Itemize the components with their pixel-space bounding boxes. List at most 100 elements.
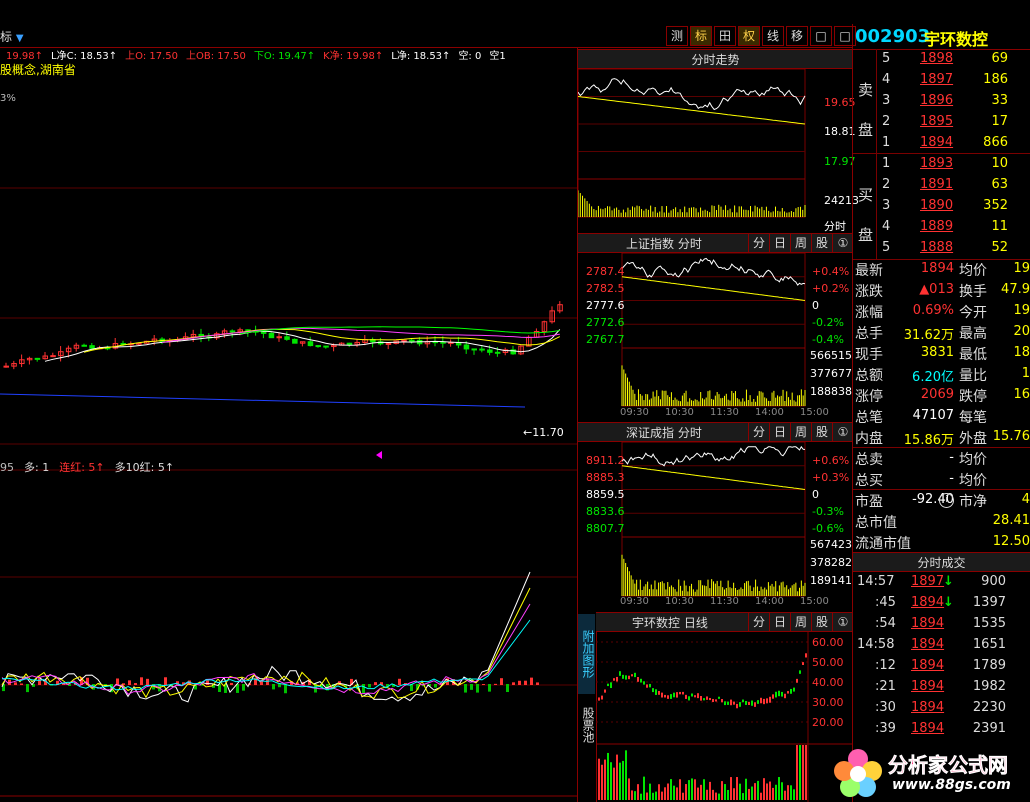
buy-level: 1 (882, 156, 891, 171)
daily-volume-bar (703, 779, 705, 800)
buy-order-row[interactable]: 5 1888 52 (876, 238, 1030, 259)
sell-volume: 866 (983, 135, 1008, 150)
candle (276, 332, 282, 342)
daily-volume-bar (697, 787, 699, 800)
daily-volume-bar (793, 789, 795, 800)
down-arrow-icon: ↓ (943, 574, 954, 589)
sh_index-left-label-1: 2782.5 (586, 282, 625, 295)
osc-bar (140, 677, 143, 685)
stat-value-2: 18 (1013, 345, 1030, 360)
daily-tab-4[interactable]: ① (832, 612, 853, 632)
intraday-title: 分时走势 (578, 49, 853, 69)
intraday-chart[interactable] (578, 69, 853, 231)
daily-candle (682, 691, 684, 695)
sz_index-tab-1[interactable]: 日 (769, 422, 790, 442)
sell-side-label: 卖 盘 (858, 81, 874, 139)
tick-volume: 900 (981, 574, 1006, 589)
sz_index-tab-4[interactable]: ① (832, 422, 853, 442)
sub-indicator-3: 多10红: 5↑ (114, 461, 175, 474)
stat-key: 总手 (855, 326, 883, 342)
sh_index-tab-2[interactable]: 周 (790, 233, 811, 253)
toolbar-button-0[interactable]: 测 (666, 26, 688, 46)
main-kline-chart[interactable] (0, 47, 578, 802)
stat-value-2: 16 (1013, 387, 1030, 402)
stat-key: 现手 (855, 347, 883, 363)
buy-order-row[interactable]: 4 1889 11 (876, 217, 1030, 238)
sh_index-tab-1[interactable]: 日 (769, 233, 790, 253)
daily-candle (658, 690, 660, 695)
sh_index-tab-4[interactable]: ① (832, 233, 853, 253)
osc-bar (128, 680, 131, 685)
daily-tab-3[interactable]: 股 (811, 612, 832, 632)
daily-tab-2[interactable]: 周 (790, 612, 811, 632)
toolbar-button-3[interactable]: 权 (738, 26, 760, 46)
candle (292, 338, 298, 344)
buy-price: 1893 (920, 156, 954, 171)
sell-price: 1895 (920, 114, 954, 129)
sz_index-tab-0[interactable]: 分 (748, 422, 769, 442)
pe-info-icon[interactable]: i (939, 493, 954, 508)
daily-price-label-2: 40.00 (812, 676, 844, 689)
candle (323, 345, 329, 349)
sh_index-volume-label-1: 377677 (810, 367, 852, 380)
osc-bar (14, 682, 17, 685)
daily-volume-bar (655, 791, 657, 800)
sh_index-right-label-0: +0.4% (812, 265, 850, 278)
sh_index-tab-3[interactable]: 股 (811, 233, 832, 253)
tick-price: 1894 (911, 637, 945, 652)
daily-tab-0[interactable]: 分 (748, 612, 769, 632)
tick-volume: 2230 (972, 700, 1006, 715)
sell-order-row[interactable]: 2 1895 17 (876, 112, 1030, 133)
daily-tab-1[interactable]: 日 (769, 612, 790, 632)
tick-time: :54 (875, 616, 896, 631)
sz_index-tab-2[interactable]: 周 (790, 422, 811, 442)
daily-volume-bar (754, 783, 756, 800)
sz_index-right-label-2: 0 (812, 488, 819, 501)
buy-order-row[interactable]: 3 1890 352 (876, 196, 1030, 217)
stat-row: 涨幅 0.69% 今开 19 (853, 301, 1030, 322)
dropdown-icon[interactable]: ▼ (16, 33, 24, 44)
stat-key: 总额 (855, 368, 883, 384)
tick-row: :54 1894 1535 (853, 614, 1030, 635)
toolbar-button-6[interactable]: □ (810, 26, 832, 46)
tick-row: :12 1894 1789 (853, 656, 1030, 677)
buy-order-row[interactable]: 2 1891 63 (876, 175, 1030, 196)
stat-key-2: 市净 (959, 494, 987, 510)
candle (34, 357, 41, 362)
candle (549, 306, 555, 324)
stat-value-2: 12.50 (992, 534, 1030, 549)
sell-order-row[interactable]: 4 1897 186 (876, 70, 1030, 91)
daily-volume-bar (685, 784, 687, 800)
sell-order-row[interactable]: 1 1894 866 (876, 133, 1030, 154)
sh_index-tab-0[interactable]: 分 (748, 233, 769, 253)
watermark-cn: 分析家公式网 (888, 753, 1009, 778)
toolbar-button-2[interactable]: 田 (714, 26, 736, 46)
tick-volume: 1397 (972, 595, 1006, 610)
daily-volume-bar (631, 790, 633, 800)
stat-row: 总手 31.62万 最高 20 (853, 322, 1030, 343)
sell-order-row[interactable]: 3 1896 33 (876, 91, 1030, 112)
toolbar-button-5[interactable]: 移 (786, 26, 808, 46)
osc-bar (530, 677, 533, 685)
daily-candle (613, 678, 615, 681)
stat-row: 总卖 - 均价 (853, 448, 1030, 469)
side-tab-stock-pool[interactable]: 股票池 (578, 700, 595, 750)
buy-price: 1888 (920, 240, 954, 255)
side-tab-extra-chart[interactable]: 附加图形 (578, 614, 595, 694)
sz_index-tab-3[interactable]: 股 (811, 422, 832, 442)
daily-candle (706, 696, 708, 700)
indicator-selector[interactable]: 标 ▼ (0, 28, 24, 45)
candle (557, 301, 563, 314)
tick-time: :39 (875, 721, 896, 736)
daily-volume-bar (652, 792, 654, 800)
daily-volume-bar (730, 777, 732, 800)
daily-volume-bar (640, 793, 642, 800)
buy-order-row[interactable]: 1 1893 10 (876, 154, 1030, 175)
toolbar-button-1[interactable]: 标 (690, 26, 712, 46)
daily-volume-bar (715, 792, 717, 800)
daily-candle (625, 675, 627, 680)
toolbar-button-4[interactable]: 线 (762, 26, 784, 46)
stat-value-2: 28.41 (992, 513, 1030, 528)
stat-key-2: 量比 (959, 368, 987, 384)
sell-order-row[interactable]: 5 1898 69 (876, 49, 1030, 70)
